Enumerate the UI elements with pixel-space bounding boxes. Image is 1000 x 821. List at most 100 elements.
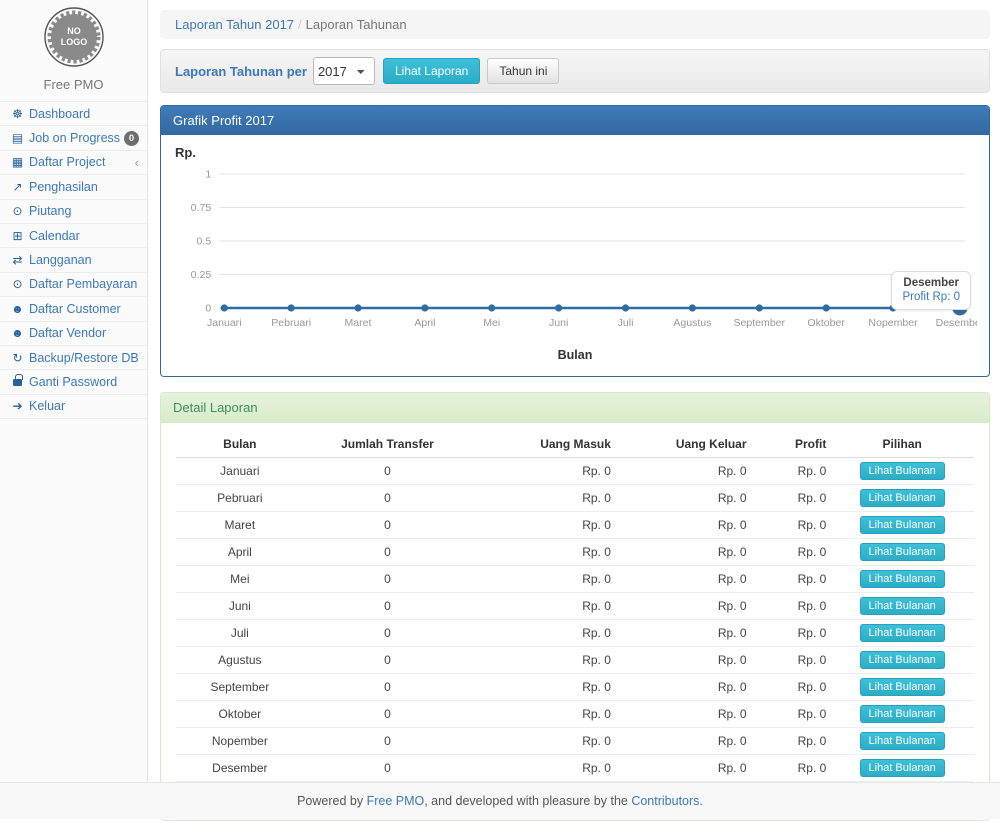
chart-tooltip: Desember Profit Rp: 0 xyxy=(891,271,971,310)
no-logo-seal-icon: NO LOGO xyxy=(43,6,105,68)
table-row: April0Rp. 0Rp. 0Rp. 0Lihat Bulanan xyxy=(176,539,974,566)
sidebar-item-keluar[interactable]: ➔Keluar xyxy=(0,395,147,419)
breadcrumb-separator: / xyxy=(298,17,302,32)
sidebar-item-langganan[interactable]: ⇄Langganan xyxy=(0,248,147,272)
data-point-juli[interactable] xyxy=(622,304,629,311)
view-monthly-button[interactable]: Lihat Bulanan xyxy=(860,759,945,777)
cell-uang_keluar: Rp. 0 xyxy=(615,620,751,647)
column-header-uang-masuk: Uang Masuk xyxy=(471,431,615,458)
table-row: Juni0Rp. 0Rp. 0Rp. 0Lihat Bulanan xyxy=(176,593,974,620)
sidebar-item-piutang[interactable]: ⊙Piutang xyxy=(0,200,147,224)
data-point-agustus[interactable] xyxy=(689,304,696,311)
sidebar-item-daftar-pembayaran[interactable]: ⊙Daftar Pembayaran xyxy=(0,273,147,297)
cell-uang_keluar: Rp. 0 xyxy=(615,593,751,620)
profit-chart-panel: Grafik Profit 2017 Rp. 10.750.50.250Janu… xyxy=(160,105,990,377)
sidebar-item-backup-restore-db[interactable]: ↻Backup/Restore DB xyxy=(0,346,147,370)
x-tick-label: Juli xyxy=(618,317,634,329)
data-point-september[interactable] xyxy=(756,304,763,311)
column-header-profit: Profit xyxy=(751,431,831,458)
cell-jumlah_transfer: 0 xyxy=(304,485,472,512)
profit-line-chart: 10.750.50.250JanuariPebruariMaretAprilMe… xyxy=(173,160,977,346)
exchange-icon: ⇄ xyxy=(9,253,26,267)
sidebar-item-dashboard[interactable]: ☸Dashboard xyxy=(0,102,147,126)
year-select[interactable]: 2017 xyxy=(313,57,375,85)
y-tick-label: 1 xyxy=(205,169,211,181)
x-tick-label: Juni xyxy=(549,317,568,329)
cell-bulan: September xyxy=(176,674,304,701)
cell-uang_keluar: Rp. 0 xyxy=(615,539,751,566)
sidebar-item-ganti-password[interactable]: Ganti Password xyxy=(0,370,147,394)
count-badge: 0 xyxy=(124,131,139,146)
view-monthly-button[interactable]: Lihat Bulanan xyxy=(860,543,945,561)
view-monthly-button[interactable]: Lihat Bulanan xyxy=(860,705,945,723)
breadcrumb-link[interactable]: Laporan Tahun 2017 xyxy=(175,17,294,32)
cell-uang_masuk: Rp. 0 xyxy=(471,539,615,566)
table-row: Pebruari0Rp. 0Rp. 0Rp. 0Lihat Bulanan xyxy=(176,485,974,512)
page: NO LOGO Free PMO ☸Dashboard▤Job on Progr… xyxy=(0,0,1000,819)
view-monthly-button[interactable]: Lihat Bulanan xyxy=(860,732,945,750)
data-point-juni[interactable] xyxy=(555,304,562,311)
data-point-pebruari[interactable] xyxy=(288,304,295,311)
cell-bulan: Juli xyxy=(176,620,304,647)
cell-pilihan: Lihat Bulanan xyxy=(830,593,974,620)
list-icon: ▤ xyxy=(9,131,26,145)
cell-uang_masuk: Rp. 0 xyxy=(471,485,615,512)
cell-uang_masuk: Rp. 0 xyxy=(471,728,615,755)
view-report-button[interactable]: Lihat Laporan xyxy=(383,58,480,84)
cell-pilihan: Lihat Bulanan xyxy=(830,512,974,539)
sidebar-item-label: Langganan xyxy=(29,253,92,267)
tooltip-value: Profit Rp: 0 xyxy=(902,291,960,303)
this-year-button[interactable]: Tahun ini xyxy=(487,58,559,84)
cell-jumlah_transfer: 0 xyxy=(304,458,472,485)
cell-bulan: Oktober xyxy=(176,701,304,728)
cell-pilihan: Lihat Bulanan xyxy=(830,728,974,755)
sidebar-item-job-on-progress[interactable]: ▤Job on Progress0 xyxy=(0,126,147,150)
cell-uang_masuk: Rp. 0 xyxy=(471,701,615,728)
data-point-maret[interactable] xyxy=(354,304,361,311)
view-monthly-button[interactable]: Lihat Bulanan xyxy=(860,678,945,696)
data-point-januari[interactable] xyxy=(221,304,228,311)
logo-line2: LOGO xyxy=(60,37,87,47)
footer-link-freepmo[interactable]: Free PMO xyxy=(367,794,425,808)
view-monthly-button[interactable]: Lihat Bulanan xyxy=(860,624,945,642)
sidebar-item-daftar-customer[interactable]: ☻Daftar Customer xyxy=(0,297,147,321)
data-point-mei[interactable] xyxy=(488,304,495,311)
cell-uang_keluar: Rp. 0 xyxy=(615,458,751,485)
cell-uang_masuk: Rp. 0 xyxy=(471,458,615,485)
cell-uang_masuk: Rp. 0 xyxy=(471,674,615,701)
refresh-icon: ↻ xyxy=(9,351,26,365)
cell-pilihan: Lihat Bulanan xyxy=(830,620,974,647)
sidebar-item-daftar-project[interactable]: ▦Daftar Project‹ xyxy=(0,151,147,175)
table-row: Januari0Rp. 0Rp. 0Rp. 0Lihat Bulanan xyxy=(176,458,974,485)
cell-pilihan: Lihat Bulanan xyxy=(830,647,974,674)
sidebar-item-daftar-vendor[interactable]: ☻Daftar Vendor xyxy=(0,322,147,346)
cell-jumlah_transfer: 0 xyxy=(304,512,472,539)
column-header-jumlah-transfer: Jumlah Transfer xyxy=(304,431,472,458)
y-axis-title: Rp. xyxy=(175,145,977,160)
view-monthly-button[interactable]: Lihat Bulanan xyxy=(860,462,945,480)
cell-bulan: Desember xyxy=(176,755,304,782)
cell-profit: Rp. 0 xyxy=(751,647,831,674)
detail-panel-title: Detail Laporan xyxy=(161,393,989,423)
brand-name: Free PMO xyxy=(0,77,147,92)
sidebar-item-penghasilan[interactable]: ↗Penghasilan xyxy=(0,175,147,199)
cell-profit: Rp. 0 xyxy=(751,512,831,539)
footer: Powered by Free PMO, and developed with … xyxy=(0,782,1000,819)
data-point-oktober[interactable] xyxy=(823,304,830,311)
sidebar-item-calendar[interactable]: ⊞Calendar xyxy=(0,224,147,248)
view-monthly-button[interactable]: Lihat Bulanan xyxy=(860,570,945,588)
data-point-april[interactable] xyxy=(421,304,428,311)
view-monthly-button[interactable]: Lihat Bulanan xyxy=(860,489,945,507)
table-row: Maret0Rp. 0Rp. 0Rp. 0Lihat Bulanan xyxy=(176,512,974,539)
view-monthly-button[interactable]: Lihat Bulanan xyxy=(860,651,945,669)
filter-label: Laporan Tahunan per xyxy=(175,64,307,79)
cell-uang_keluar: Rp. 0 xyxy=(615,701,751,728)
view-monthly-button[interactable]: Lihat Bulanan xyxy=(860,516,945,534)
footer-link-contributors[interactable]: Contributors. xyxy=(631,794,703,808)
column-header-uang-keluar: Uang Keluar xyxy=(615,431,751,458)
cell-jumlah_transfer: 0 xyxy=(304,566,472,593)
logo-line1: NO xyxy=(67,26,81,36)
view-monthly-button[interactable]: Lihat Bulanan xyxy=(860,597,945,615)
detail-report-panel: Detail Laporan BulanJumlah TransferUang … xyxy=(160,392,990,821)
cell-pilihan: Lihat Bulanan xyxy=(830,701,974,728)
